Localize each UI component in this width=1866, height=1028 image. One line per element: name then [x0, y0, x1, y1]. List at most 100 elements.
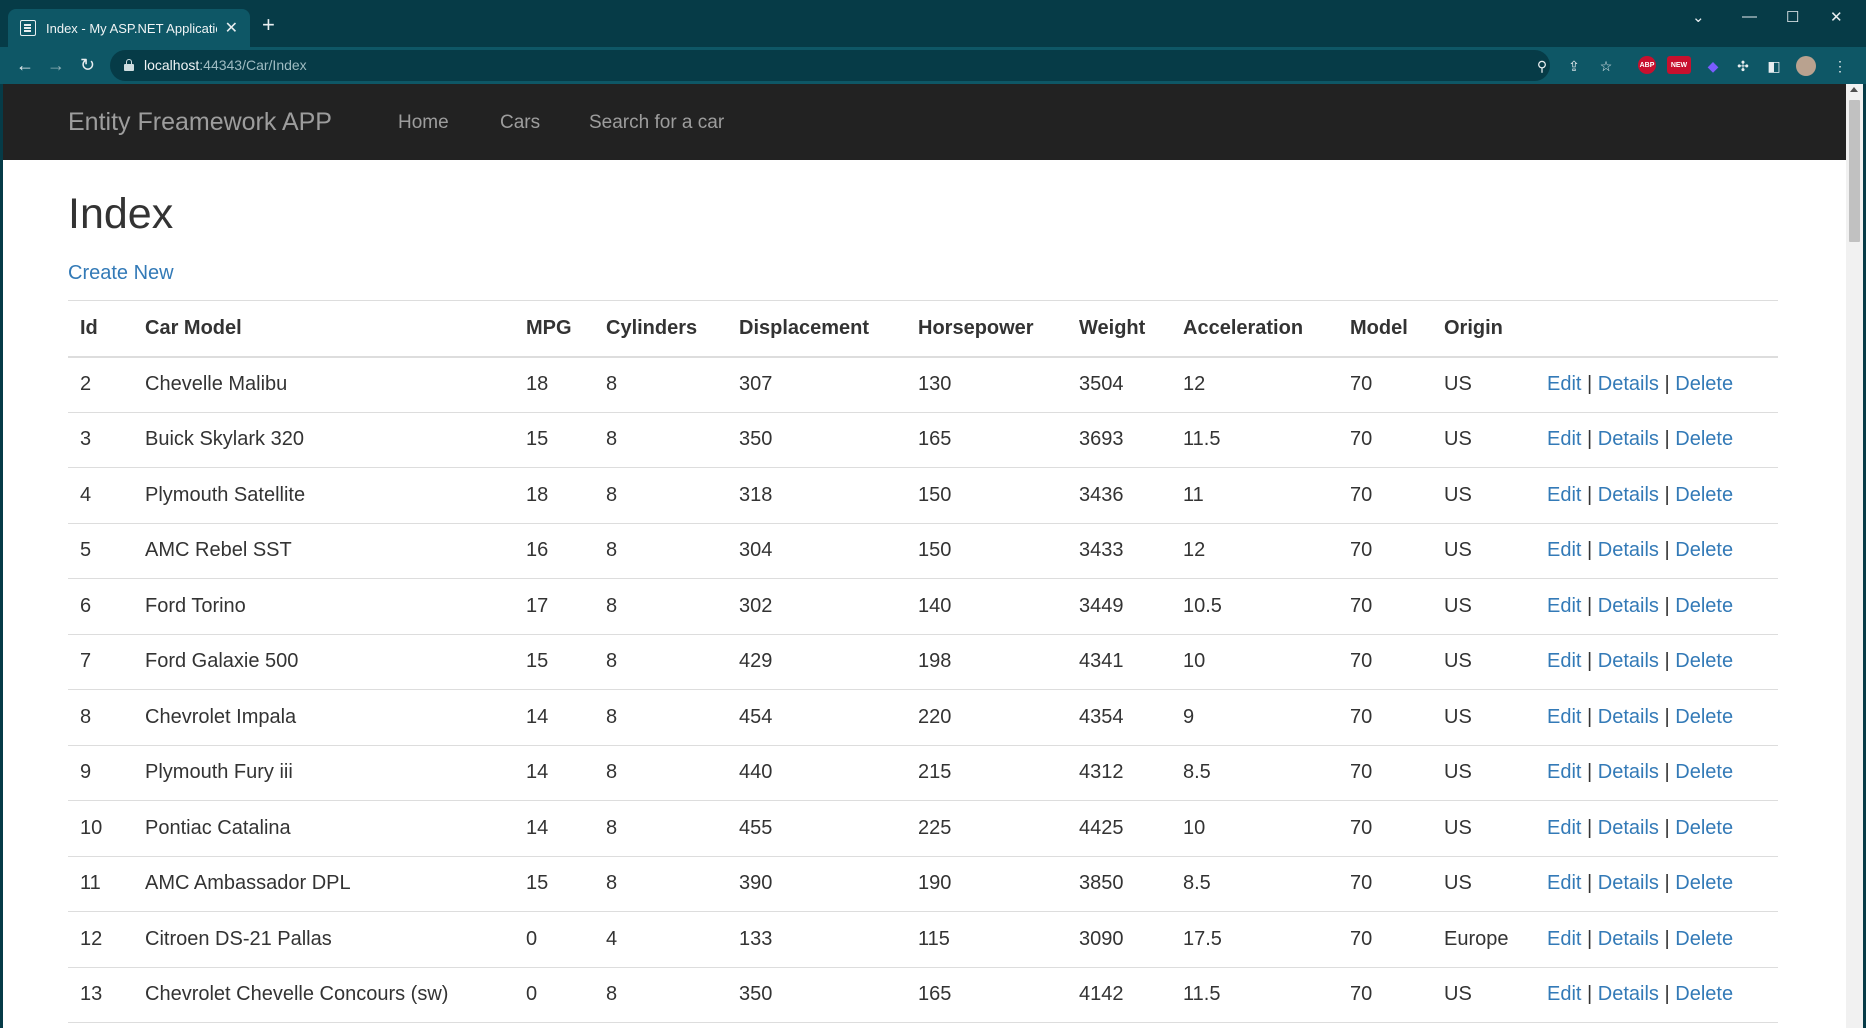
table-cell: 70	[1338, 523, 1432, 579]
table-cell: 10	[68, 800, 133, 857]
table-cell: 70	[1338, 356, 1432, 413]
table-row: 7 Ford Galaxie 500 15 8 429 198 4341 10 70 US Edit…	[68, 634, 1778, 690]
action-separator: |	[1664, 761, 1670, 784]
bookmark-star-icon[interactable]: ☆	[1596, 56, 1616, 76]
page-viewport: Entity Freamework APP Home Cars Search f…	[3, 84, 1846, 1028]
edit-link[interactable]: Edit	[1547, 428, 1581, 450]
maximize-icon[interactable]: ☐	[1786, 8, 1799, 26]
delete-link[interactable]: Delete	[1675, 373, 1733, 395]
delete-link[interactable]: Delete	[1675, 539, 1733, 561]
delete-link[interactable]: Delete	[1675, 817, 1733, 839]
new-tab-icon[interactable]: +	[262, 14, 275, 36]
nav-home[interactable]: Home	[398, 112, 449, 134]
edit-link[interactable]: Edit	[1547, 928, 1581, 950]
table-cell: 190	[906, 856, 1067, 912]
delete-link[interactable]: Delete	[1675, 428, 1733, 450]
edit-link[interactable]: Edit	[1547, 595, 1581, 617]
details-link[interactable]: Details	[1598, 650, 1659, 672]
table-cell: 15	[514, 412, 594, 468]
details-link[interactable]: Details	[1598, 706, 1659, 728]
edit-link[interactable]: Edit	[1547, 539, 1581, 561]
table-cell: 70	[1338, 634, 1432, 690]
details-link[interactable]: Details	[1598, 595, 1659, 617]
delete-link[interactable]: Delete	[1675, 595, 1733, 617]
row-actions: Edit | Details | Delete	[1535, 689, 1778, 746]
row-actions: Edit | Details | Delete	[1535, 523, 1778, 579]
details-link[interactable]: Details	[1598, 373, 1659, 395]
table-cell: 150	[906, 523, 1067, 579]
details-link[interactable]: Details	[1598, 872, 1659, 894]
delete-link[interactable]: Delete	[1675, 872, 1733, 894]
new-extension-icon[interactable]: NEW	[1667, 56, 1691, 74]
table-cell: AMC Rebel SST	[133, 523, 514, 579]
minimize-icon[interactable]: —	[1742, 8, 1757, 25]
edit-link[interactable]: Edit	[1547, 373, 1581, 395]
table-cell: 12	[1171, 356, 1338, 413]
delete-link[interactable]: Delete	[1675, 706, 1733, 728]
forward-icon[interactable]: →	[47, 55, 65, 75]
table-cell: 8	[594, 412, 727, 468]
details-link[interactable]: Details	[1598, 817, 1659, 839]
nav-search[interactable]: Search for a car	[589, 112, 724, 134]
details-link[interactable]: Details	[1598, 428, 1659, 450]
address-bar[interactable]: localhost:44343/Car/Index	[110, 50, 1550, 81]
details-link[interactable]: Details	[1598, 928, 1659, 950]
col-horsepower: Horsepower	[906, 300, 1067, 358]
table-cell: AMC Ambassador DPL	[133, 856, 514, 912]
edit-link[interactable]: Edit	[1547, 983, 1581, 1005]
browser-tab[interactable]: Index - My ASP.NET Application ✕	[8, 9, 250, 47]
delete-link[interactable]: Delete	[1675, 484, 1733, 506]
row-actions: Edit | Details | Delete	[1535, 745, 1778, 801]
extensions-puzzle-icon[interactable]: ✣	[1733, 56, 1753, 76]
details-link[interactable]: Details	[1598, 983, 1659, 1005]
zoom-icon[interactable]: ⚲	[1532, 56, 1552, 76]
edit-link[interactable]: Edit	[1547, 872, 1581, 894]
scroll-up-arrow-icon[interactable]	[1850, 87, 1858, 92]
col-cylinders: Cylinders	[594, 300, 727, 358]
nav-cars[interactable]: Cars	[500, 112, 540, 134]
table-cell: 455	[727, 800, 906, 857]
table-cell: 115	[906, 911, 1067, 968]
delete-link[interactable]: Delete	[1675, 983, 1733, 1005]
details-link[interactable]: Details	[1598, 761, 1659, 783]
edit-link[interactable]: Edit	[1547, 761, 1581, 783]
adblock-extension-icon[interactable]: ABP	[1638, 56, 1656, 74]
scrollbar-thumb[interactable]	[1849, 100, 1860, 242]
table-cell: 13	[68, 967, 133, 1023]
table-cell: 8	[594, 578, 727, 635]
close-tab-icon[interactable]: ✕	[225, 18, 238, 38]
col-weight: Weight	[1067, 300, 1171, 358]
side-panel-icon[interactable]: ◧	[1764, 56, 1784, 76]
edit-link[interactable]: Edit	[1547, 650, 1581, 672]
brand-link[interactable]: Entity Freamework APP	[68, 108, 332, 137]
table-cell: 17	[514, 578, 594, 635]
table-cell: 11	[1171, 467, 1338, 524]
browser-toolbar: ← → ↻ localhost:44343/Car/Index ⚲ ⇪ ☆ AB…	[0, 47, 1866, 84]
close-window-icon[interactable]: ✕	[1830, 8, 1843, 26]
table-cell: 11	[68, 856, 133, 912]
edit-link[interactable]: Edit	[1547, 484, 1581, 506]
extension-badge-icon[interactable]: ◆	[1703, 56, 1723, 76]
details-link[interactable]: Details	[1598, 539, 1659, 561]
menu-kebab-icon[interactable]: ⋮	[1830, 56, 1850, 76]
table-cell: 133	[727, 911, 906, 968]
details-link[interactable]: Details	[1598, 484, 1659, 506]
back-icon[interactable]: ←	[16, 55, 34, 75]
delete-link[interactable]: Delete	[1675, 761, 1733, 783]
table-row: 6 Ford Torino 17 8 302 140 3449 10.5 70 US Edit | …	[68, 578, 1778, 635]
delete-link[interactable]: Delete	[1675, 650, 1733, 672]
page-scrollbar[interactable]	[1846, 84, 1863, 1028]
reload-icon[interactable]: ↻	[80, 55, 95, 75]
tab-search-chevron-icon[interactable]: ⌄	[1692, 8, 1705, 26]
delete-link[interactable]: Delete	[1675, 928, 1733, 950]
create-new-link[interactable]: Create New	[68, 262, 174, 285]
table-cell: 70	[1338, 856, 1432, 912]
table-cell: Chevrolet Impala	[133, 689, 514, 746]
table-cell: 70	[1338, 689, 1432, 746]
edit-link[interactable]: Edit	[1547, 706, 1581, 728]
profile-avatar[interactable]	[1796, 56, 1816, 76]
table-cell: Pontiac Catalina	[133, 800, 514, 857]
share-icon[interactable]: ⇪	[1564, 56, 1584, 76]
action-separator: |	[1664, 483, 1670, 506]
edit-link[interactable]: Edit	[1547, 817, 1581, 839]
